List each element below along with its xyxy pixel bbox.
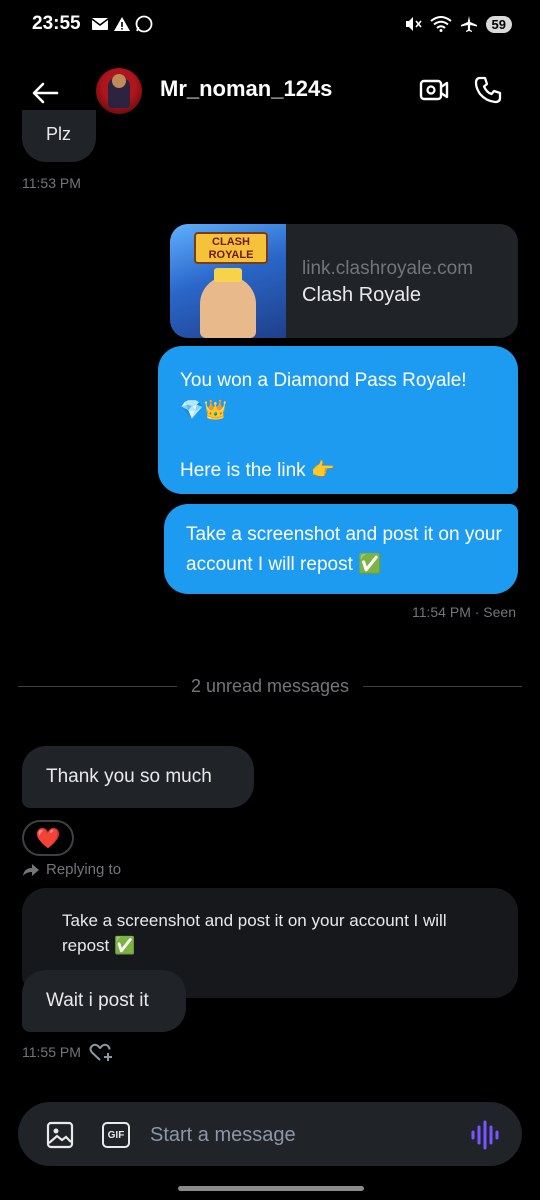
voice-message-icon[interactable] [470,1120,502,1150]
link-preview-card[interactable]: CLASH ROYALE link.clashroyale.com Clash … [170,224,518,338]
status-time: 23:55 [32,13,81,34]
message-input[interactable] [150,1120,450,1150]
status-bar: 23:55 59 [0,0,540,48]
contact-name[interactable]: Mr_noman_124s [160,76,332,102]
reply-arrow-icon [23,863,39,876]
add-reaction-icon[interactable] [89,1042,113,1062]
mute-icon [405,17,422,31]
message-timestamp: 11:53 PM [22,175,81,191]
outgoing-message[interactable]: Take a screenshot and post it on your ac… [164,504,518,594]
airplane-icon [460,16,477,32]
message-text: Thank you so much [46,766,212,787]
clash-royale-logo: CLASH ROYALE [194,232,268,264]
link-domain: link.clashroyale.com [302,258,474,279]
message-status: 11:54 PM · Seen [411,604,516,620]
outgoing-message[interactable]: You won a Diamond Pass Royale! 💎👑 Here i… [158,346,518,494]
warning-icon [113,17,130,31]
unread-divider-label: 2 unread messages [190,675,350,696]
heart-reaction[interactable]: ❤️ [22,820,74,856]
whatsapp-icon [135,15,153,33]
message-text: Wait i post it [46,990,149,1011]
phone-icon [474,76,502,104]
replying-to-label: Replying to [22,861,121,878]
mail-icon [91,18,109,30]
unread-divider: 2 unread messages [18,674,523,698]
image-icon[interactable] [46,1121,74,1149]
battery-indicator: 59 [485,15,512,33]
message-text: Take a screenshot and post it on your ac… [186,524,502,575]
avatar[interactable] [96,68,142,114]
link-thumbnail: CLASH ROYALE [170,224,286,338]
wifi-icon [429,16,452,32]
gif-button[interactable]: GIF [102,1122,130,1148]
message-text: You won a Diamond Pass Royale! 💎👑 Here i… [180,370,467,481]
voice-call-button[interactable] [470,72,506,108]
video-camera-icon [419,79,449,101]
incoming-message[interactable]: Plz [22,110,96,162]
message-meta: 11:55 PM [22,1042,113,1062]
message-text: Plz [46,124,72,144]
incoming-message[interactable]: Wait i post it [22,970,186,1032]
link-title: Clash Royale [302,284,421,306]
message-composer: GIF [18,1102,522,1166]
home-indicator[interactable] [178,1186,364,1191]
video-call-button[interactable] [416,72,452,108]
arrow-left-icon [32,82,59,104]
back-button[interactable] [28,76,62,110]
quoted-text: Take a screenshot and post it on your ac… [62,911,447,955]
incoming-message[interactable]: Thank you so much [22,746,254,808]
message-timestamp: 11:55 PM [22,1044,81,1060]
